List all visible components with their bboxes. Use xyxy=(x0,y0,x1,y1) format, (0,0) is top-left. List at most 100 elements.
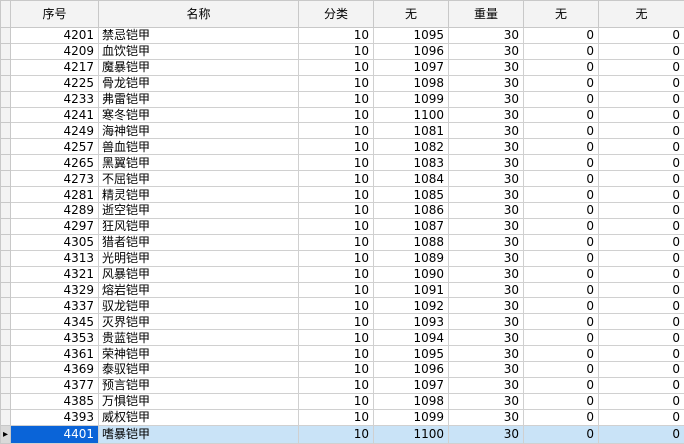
cell-none-2[interactable]: 0 xyxy=(523,424,599,444)
cell-none-2[interactable]: 0 xyxy=(523,122,599,140)
cell-category[interactable]: 10 xyxy=(298,329,374,347)
cell-none-1[interactable]: 1100 xyxy=(373,424,449,444)
cell-none-3[interactable]: 0 xyxy=(598,201,684,219)
row-selector[interactable] xyxy=(0,329,11,347)
cell-category[interactable]: 10 xyxy=(298,376,374,394)
cell-none-2[interactable]: 0 xyxy=(523,376,599,394)
cell-none-1[interactable]: 1098 xyxy=(373,392,449,410)
table-row[interactable]: 4305 猎者铠甲 10 1088 30 0 0 xyxy=(0,233,684,251)
cell-none-3[interactable]: 0 xyxy=(598,27,684,44)
cell-category[interactable]: 10 xyxy=(298,313,374,331)
cell-none-3[interactable]: 0 xyxy=(598,297,684,315)
cell-id[interactable]: 4329 xyxy=(10,281,99,299)
cell-none-3[interactable]: 0 xyxy=(598,376,684,394)
cell-category[interactable]: 10 xyxy=(298,265,374,283)
cell-category[interactable]: 10 xyxy=(298,186,374,203)
cell-category[interactable]: 10 xyxy=(298,90,374,108)
cell-weight[interactable]: 30 xyxy=(448,376,524,394)
row-selector[interactable] xyxy=(0,376,11,394)
row-selector[interactable] xyxy=(0,170,11,188)
cell-category[interactable]: 10 xyxy=(298,281,374,299)
cell-none-3[interactable]: 0 xyxy=(598,249,684,267)
row-selector[interactable] xyxy=(0,122,11,140)
row-selector[interactable] xyxy=(0,313,11,331)
cell-none-1[interactable]: 1098 xyxy=(373,74,449,92)
cell-none-3[interactable]: 0 xyxy=(598,170,684,188)
table-row[interactable]: 4281 精灵铠甲 10 1085 30 0 0 xyxy=(0,186,684,203)
cell-none-2[interactable]: 0 xyxy=(523,249,599,267)
cell-id[interactable]: 4297 xyxy=(10,217,99,235)
row-selector[interactable] xyxy=(0,42,11,60)
cell-category[interactable]: 10 xyxy=(298,106,374,124)
cell-weight[interactable]: 30 xyxy=(448,233,524,251)
cell-none-2[interactable]: 0 xyxy=(523,106,599,124)
cell-none-1[interactable]: 1094 xyxy=(373,329,449,347)
cell-none-2[interactable]: 0 xyxy=(523,90,599,108)
cell-name[interactable]: 光明铠甲 xyxy=(98,249,299,267)
cell-name[interactable]: 威权铠甲 xyxy=(98,408,299,426)
cell-none-1[interactable]: 1085 xyxy=(373,186,449,203)
cell-none-3[interactable]: 0 xyxy=(598,361,684,378)
cell-id[interactable]: 4321 xyxy=(10,265,99,283)
cell-weight[interactable]: 30 xyxy=(448,186,524,203)
cell-category[interactable]: 10 xyxy=(298,345,374,363)
cell-name[interactable]: 猎者铠甲 xyxy=(98,233,299,251)
row-selector[interactable] xyxy=(0,249,11,267)
cell-id[interactable]: 4385 xyxy=(10,392,99,410)
cell-category[interactable]: 10 xyxy=(298,154,374,172)
cell-none-2[interactable]: 0 xyxy=(523,186,599,203)
cell-id[interactable]: 4209 xyxy=(10,42,99,60)
cell-name[interactable]: 逝空铠甲 xyxy=(98,201,299,219)
cell-none-1[interactable]: 1090 xyxy=(373,265,449,283)
cell-none-2[interactable]: 0 xyxy=(523,217,599,235)
cell-none-3[interactable]: 0 xyxy=(598,281,684,299)
cell-category[interactable]: 10 xyxy=(298,170,374,188)
cell-none-3[interactable]: 0 xyxy=(598,233,684,251)
cell-name[interactable]: 嗜暴铠甲 xyxy=(98,424,299,444)
cell-id[interactable]: 4225 xyxy=(10,74,99,92)
cell-category[interactable]: 10 xyxy=(298,249,374,267)
cell-weight[interactable]: 30 xyxy=(448,138,524,156)
cell-category[interactable]: 10 xyxy=(298,138,374,156)
cell-none-1[interactable]: 1097 xyxy=(373,58,449,76)
cell-weight[interactable]: 30 xyxy=(448,345,524,363)
cell-id[interactable]: 4233 xyxy=(10,90,99,108)
cell-none-3[interactable]: 0 xyxy=(598,329,684,347)
cell-id[interactable]: 4201 xyxy=(10,27,99,44)
cell-none-1[interactable]: 1087 xyxy=(373,217,449,235)
cell-weight[interactable]: 30 xyxy=(448,297,524,315)
cell-none-1[interactable]: 1096 xyxy=(373,42,449,60)
cell-none-2[interactable]: 0 xyxy=(523,392,599,410)
cell-none-3[interactable]: 0 xyxy=(598,345,684,363)
cell-none-3[interactable]: 0 xyxy=(598,424,684,444)
column-header-weight[interactable]: 重量 xyxy=(448,0,524,28)
cell-none-3[interactable]: 0 xyxy=(598,74,684,92)
cell-none-1[interactable]: 1099 xyxy=(373,408,449,426)
cell-none-1[interactable]: 1084 xyxy=(373,170,449,188)
cell-id[interactable]: 4353 xyxy=(10,329,99,347)
cell-none-2[interactable]: 0 xyxy=(523,154,599,172)
table-row[interactable]: 4385 万惧铠甲 10 1098 30 0 0 xyxy=(0,392,684,410)
cell-name[interactable]: 精灵铠甲 xyxy=(98,186,299,203)
data-grid[interactable]: 序号 名称 分类 无 重量 无 无 4201 禁忌铠甲 10 1095 30 0 0 4209… xyxy=(0,0,684,444)
cell-name[interactable]: 灭界铠甲 xyxy=(98,313,299,331)
cell-id[interactable]: 4337 xyxy=(10,297,99,315)
row-selector[interactable] xyxy=(0,408,11,426)
cell-weight[interactable]: 30 xyxy=(448,281,524,299)
row-selector[interactable] xyxy=(0,361,11,378)
cell-none-2[interactable]: 0 xyxy=(523,345,599,363)
cell-weight[interactable]: 30 xyxy=(448,329,524,347)
table-row[interactable]: 4361 荣神铠甲 10 1095 30 0 0 xyxy=(0,345,684,363)
table-row[interactable]: 4369 泰驭铠甲 10 1096 30 0 0 xyxy=(0,361,684,378)
cell-none-3[interactable]: 0 xyxy=(598,408,684,426)
cell-name[interactable]: 魔暴铠甲 xyxy=(98,58,299,76)
cell-name[interactable]: 黑翼铠甲 xyxy=(98,154,299,172)
cell-name[interactable]: 海神铠甲 xyxy=(98,122,299,140)
cell-weight[interactable]: 30 xyxy=(448,42,524,60)
column-header-name[interactable]: 名称 xyxy=(98,0,299,28)
cell-id[interactable]: 4257 xyxy=(10,138,99,156)
cell-weight[interactable]: 30 xyxy=(448,154,524,172)
cell-name[interactable]: 禁忌铠甲 xyxy=(98,27,299,44)
cell-none-3[interactable]: 0 xyxy=(598,138,684,156)
cell-none-3[interactable]: 0 xyxy=(598,186,684,203)
